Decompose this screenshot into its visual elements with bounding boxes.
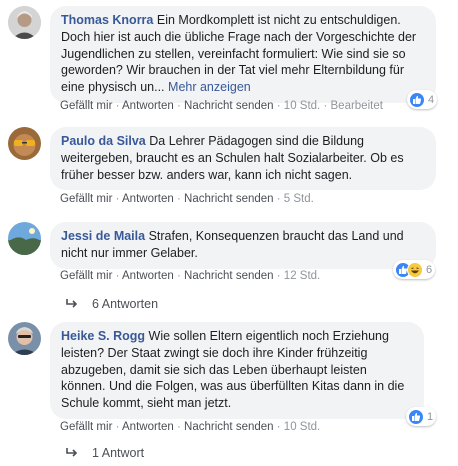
comment-bubble: Jessi de Maila Strafen, Konsequenzen bra… (50, 222, 436, 269)
reaction-count: 4 (428, 93, 435, 106)
like-icon (409, 91, 425, 108)
edited-label[interactable]: Bearbeitet (331, 100, 383, 112)
avatar-photo-icon (8, 222, 41, 255)
replies-count: 1 Antwort (92, 446, 145, 460)
timestamp[interactable]: 10 Std. (284, 421, 320, 433)
haha-icon (407, 261, 423, 278)
like-button[interactable]: Gefällt mir (60, 193, 112, 205)
reply-button[interactable]: Antworten (122, 270, 174, 282)
comment-author[interactable]: Paulo da Silva (61, 134, 146, 148)
reaction-summary[interactable]: 1 (406, 407, 437, 426)
comment-author[interactable]: Thomas Knorra (61, 13, 153, 27)
like-button[interactable]: Gefällt mir (60, 421, 112, 433)
view-replies-link[interactable]: 1 Antwort (66, 446, 144, 460)
avatar-photo-icon (8, 322, 41, 355)
avatar[interactable] (8, 6, 41, 39)
comment-actions: Gefällt mir · Antworten · Nachricht send… (60, 421, 321, 433)
timestamp[interactable]: 12 Std. (284, 270, 320, 282)
see-more-link[interactable]: Mehr anzeigen (168, 80, 251, 94)
reply-button[interactable]: Antworten (122, 100, 174, 112)
comment-author[interactable]: Heike S. Rogg (61, 329, 145, 343)
avatar[interactable] (8, 127, 41, 160)
comment-bubble: Thomas Knorra Ein Mordkomplett ist nicht… (50, 6, 436, 103)
avatar[interactable] (8, 322, 41, 355)
reply-arrow-icon (66, 299, 78, 308)
comment-author[interactable]: Jessi de Maila (61, 229, 145, 243)
comment-actions: Gefällt mir · Antworten · Nachricht send… (60, 193, 314, 205)
reply-arrow-icon (66, 448, 78, 457)
avatar-photo-icon (8, 6, 41, 39)
like-button[interactable]: Gefällt mir (60, 270, 112, 282)
send-message-button[interactable]: Nachricht senden (184, 270, 274, 282)
comment-actions: Gefällt mir · Antworten · Nachricht send… (60, 100, 383, 112)
reply-button[interactable]: Antworten (122, 193, 174, 205)
reaction-count: 6 (426, 263, 433, 276)
like-icon (408, 408, 424, 425)
avatar-photo-icon (8, 127, 41, 160)
send-message-button[interactable]: Nachricht senden (184, 100, 274, 112)
comment-actions: Gefällt mir · Antworten · Nachricht send… (60, 270, 321, 282)
replies-count: 6 Antworten (92, 297, 159, 311)
reaction-count: 1 (427, 410, 434, 423)
send-message-button[interactable]: Nachricht senden (184, 421, 274, 433)
reaction-summary[interactable]: 6 (393, 260, 436, 279)
reaction-summary[interactable]: 4 (407, 90, 438, 109)
view-replies-link[interactable]: 6 Antworten (66, 297, 158, 311)
comment-bubble: Heike S. Rogg Wie sollen Eltern eigentli… (50, 322, 424, 419)
comment-bubble: Paulo da Silva Da Lehrer Pädagogen sind … (50, 127, 436, 191)
reply-button[interactable]: Antworten (122, 421, 174, 433)
avatar[interactable] (8, 222, 41, 255)
like-button[interactable]: Gefällt mir (60, 100, 112, 112)
send-message-button[interactable]: Nachricht senden (184, 193, 274, 205)
timestamp[interactable]: 5 Std. (284, 193, 314, 205)
timestamp[interactable]: 10 Std. (284, 100, 320, 112)
